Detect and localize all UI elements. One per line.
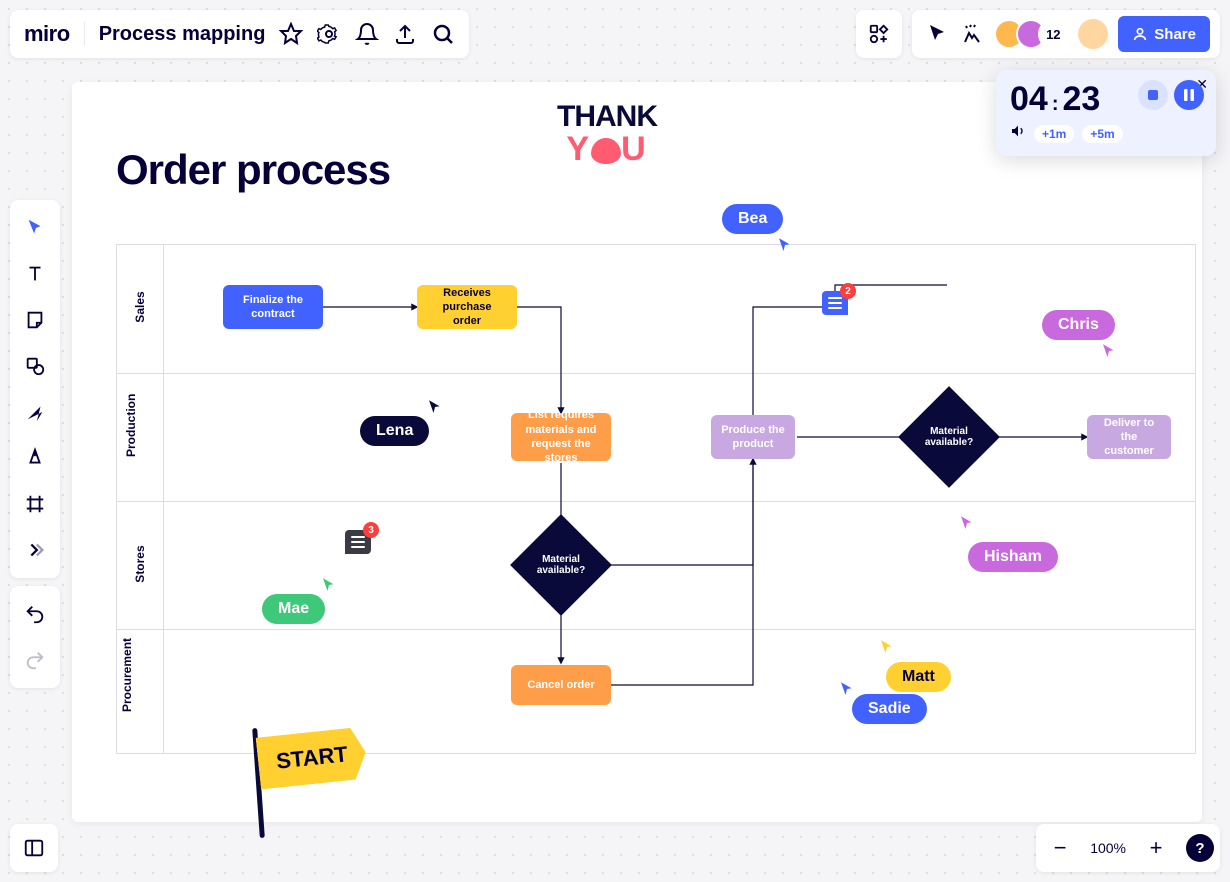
comment-count: 3 — [363, 522, 379, 538]
cursor-mode-icon[interactable] — [926, 22, 950, 46]
reactions-icon[interactable] — [960, 22, 984, 46]
arrow-tool[interactable] — [15, 392, 55, 432]
board-canvas[interactable]: Order process THANK YU Sales Production … — [72, 82, 1202, 822]
undo-button[interactable] — [15, 594, 55, 634]
user-cursor-lena: Lena — [360, 416, 429, 446]
bell-icon[interactable] — [355, 22, 379, 46]
share-button[interactable]: Share — [1118, 16, 1210, 52]
sticky-tool[interactable] — [15, 300, 55, 340]
user-cursor-mae: Mae — [262, 594, 325, 624]
comment-count: 2 — [840, 283, 856, 299]
settings-icon[interactable] — [317, 22, 341, 46]
lane-label-sales: Sales — [133, 287, 147, 327]
timer-widget[interactable]: ✕ 04 : 23 +1m +5m — [996, 70, 1216, 156]
user-cursor-chris: Chris — [1042, 310, 1115, 340]
lane-label-procurement: Procurement — [120, 672, 134, 712]
star-icon[interactable] — [279, 22, 303, 46]
lane-label-stores: Stores — [133, 544, 147, 584]
export-icon[interactable] — [393, 22, 417, 46]
node-list-materials[interactable]: List requires materials and request the … — [511, 413, 611, 461]
sound-icon[interactable] — [1010, 123, 1026, 144]
avatar-overflow-count[interactable]: 12 — [1038, 19, 1068, 49]
timer-stop-button[interactable] — [1138, 80, 1168, 110]
panel-toggle[interactable] — [10, 824, 58, 872]
timer-add-5m[interactable]: +5m — [1082, 125, 1122, 143]
diagram-title[interactable]: Order process — [116, 146, 390, 194]
node-finalize-contract[interactable]: Finalize the contract — [223, 285, 323, 329]
node-material-available-2[interactable]: Material available? — [898, 386, 1000, 488]
user-cursor-matt: Matt — [886, 662, 951, 692]
frame-tool[interactable] — [15, 484, 55, 524]
divider — [84, 22, 85, 46]
timer-add-1m[interactable]: +1m — [1034, 125, 1074, 143]
timer-seconds: 23 — [1063, 80, 1101, 119]
lane-label-production: Production — [124, 417, 138, 457]
pen-tool[interactable] — [15, 438, 55, 478]
board-name[interactable]: Process mapping — [99, 23, 266, 46]
node-produce[interactable]: Produce the product — [711, 415, 795, 459]
node-deliver[interactable]: Deliver to the customer — [1087, 415, 1171, 459]
zoom-in-button[interactable]: + — [1138, 830, 1174, 866]
zoom-level[interactable]: 100% — [1084, 840, 1132, 856]
user-cursor-hisham: Hisham — [968, 542, 1058, 572]
timer-pause-button[interactable] — [1174, 80, 1204, 110]
app-logo[interactable]: miro — [24, 21, 70, 47]
comment-icon[interactable]: 3 — [345, 530, 371, 554]
zoom-out-button[interactable]: − — [1042, 830, 1078, 866]
user-cursor-sadie: Sadie — [852, 694, 927, 724]
comment-icon[interactable]: 2 — [822, 291, 848, 315]
user-cursor-bea: Bea — [722, 204, 783, 234]
more-tools[interactable] — [15, 530, 55, 570]
node-material-available-1[interactable]: Material available? — [510, 514, 612, 616]
select-tool[interactable] — [15, 208, 55, 248]
current-user-avatar[interactable] — [1078, 19, 1108, 49]
help-button[interactable]: ? — [1186, 834, 1214, 862]
node-cancel-order[interactable]: Cancel order — [511, 665, 611, 705]
apps-button[interactable] — [856, 10, 902, 58]
text-tool[interactable] — [15, 254, 55, 294]
node-receives-order[interactable]: Receives purchase order — [417, 285, 517, 329]
search-icon[interactable] — [431, 22, 455, 46]
start-sticker[interactable]: START — [258, 732, 366, 784]
redo-button[interactable] — [15, 640, 55, 680]
timer-minutes: 04 — [1010, 80, 1048, 119]
share-label: Share — [1154, 26, 1196, 43]
thank-you-sticker[interactable]: THANK YU — [542, 100, 672, 169]
shape-tool[interactable] — [15, 346, 55, 386]
swimlane-grid[interactable]: Sales Production Stores Procurement Fina… — [116, 244, 1196, 754]
